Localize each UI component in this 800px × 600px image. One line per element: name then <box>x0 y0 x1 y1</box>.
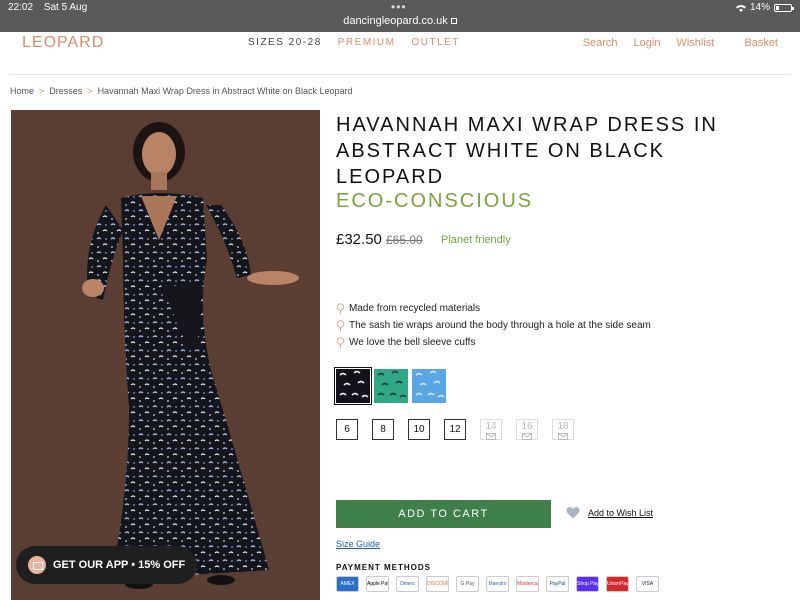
login-link[interactable]: Login <box>634 37 661 49</box>
site-header: LEOPARD SIZES 20-28 PREMIUM OUTLET Searc… <box>0 32 800 74</box>
apple-pay-icon: Apple Pay <box>366 576 389 592</box>
size-option-16-out-of-stock[interactable]: 16 <box>516 419 538 440</box>
feature-text: Made from recycled materials <box>349 303 481 314</box>
size-option-12[interactable]: 12 <box>444 419 466 440</box>
breadcrumb-dresses[interactable]: Dresses <box>49 86 82 96</box>
colour-swatches <box>334 367 446 405</box>
wifi-icon <box>735 4 746 12</box>
mail-icon <box>486 433 496 440</box>
swatch-black-leopard[interactable] <box>334 367 372 405</box>
battery-icon <box>774 3 794 12</box>
breadcrumb: Home > Dresses > Havannah Maxi Wrap Dress in… <box>10 86 353 96</box>
size-option-8[interactable]: 8 <box>372 419 394 440</box>
discover-icon: DISCOVER <box>426 576 449 592</box>
add-to-cart-button[interactable]: ADD TO CART <box>336 500 551 528</box>
status-left: 22:02 Sat 5 Aug <box>8 2 95 13</box>
feature-text: We love the bell sleeve cuffs <box>349 337 476 348</box>
original-price: £65.00 <box>386 233 423 247</box>
payment-methods-heading: PAYMENT METHODS <box>336 563 432 572</box>
chevron-right-icon: > <box>87 86 93 96</box>
model-figure <box>11 110 320 600</box>
payment-methods-list: AMEX Apple Pay Diners DISCOVER G Pay Mae… <box>336 576 659 592</box>
breadcrumb-home[interactable]: Home <box>10 86 34 96</box>
more-dots-icon[interactable]: ••• <box>391 0 407 14</box>
get-app-banner[interactable]: GET OUR APP • 15% OFF <box>16 546 197 584</box>
feature-item: We love the bell sleeve cuffs <box>336 334 651 351</box>
size-guide-link[interactable]: Size Guide <box>336 539 380 549</box>
nav-outlet-link[interactable]: OUTLET <box>412 37 460 48</box>
google-pay-icon: G Pay <box>456 576 479 592</box>
header-divider <box>10 74 790 75</box>
size-label: 14 <box>485 421 497 432</box>
product-image[interactable] <box>11 110 320 600</box>
planet-friendly-badge[interactable]: Planet friendly <box>441 234 511 246</box>
shop-pay-icon: Shop Pay <box>576 576 599 592</box>
nav-premium-link[interactable]: PREMIUM <box>338 37 396 48</box>
status-bar: 22:02 Sat 5 Aug ••• dancingleopard.co.uk… <box>0 0 800 32</box>
breadcrumb-current: Havannah Maxi Wrap Dress in Abstract Whi… <box>97 86 353 96</box>
amex-icon: AMEX <box>336 576 359 592</box>
main-nav: SIZES 20-28 PREMIUM OUTLET <box>248 37 460 48</box>
diners-icon: Diners <box>396 576 419 592</box>
current-price: £32.50 <box>336 231 382 248</box>
location-pin-icon <box>336 337 345 348</box>
location-pin-icon <box>336 320 345 331</box>
paypal-icon: PayPal <box>546 576 569 592</box>
feature-list: Made from recycled materials The sash ti… <box>336 300 651 351</box>
mastercard-icon: Mastercard <box>516 576 539 592</box>
size-label: 16 <box>521 421 533 432</box>
url-text[interactable]: dancingleopard.co.uk <box>343 15 448 27</box>
feature-item: The sash tie wraps around the body throu… <box>336 317 651 334</box>
app-icon <box>28 556 46 574</box>
size-option-18-out-of-stock[interactable]: 18 <box>552 419 574 440</box>
location-pin-icon <box>336 303 345 314</box>
maestro-icon: Maestro <box>486 576 509 592</box>
add-to-wishlist-button[interactable]: Add to Wish List <box>566 506 653 519</box>
eco-tag: ECO-CONSCIOUS <box>336 190 534 212</box>
size-option-14-out-of-stock[interactable]: 14 <box>480 419 502 440</box>
swatch-green-leopard[interactable] <box>374 369 408 403</box>
mail-icon <box>522 433 532 440</box>
battery-percent: 14% <box>749 2 770 13</box>
status-time: 22:02 <box>8 2 34 13</box>
status-date: Sat 5 Aug <box>43 2 88 13</box>
lock-icon <box>450 18 457 24</box>
product-title: HAVANNAH MAXI WRAP DRESS IN ABSTRACT WHI… <box>336 114 718 188</box>
heart-icon <box>566 507 580 519</box>
site-logo[interactable]: LEOPARD <box>22 34 104 52</box>
wishlist-label[interactable]: Add to Wish List <box>588 508 653 518</box>
size-label: 18 <box>557 421 569 432</box>
feature-text: The sash tie wraps around the body throu… <box>349 320 651 331</box>
size-option-10[interactable]: 10 <box>408 419 430 440</box>
url-bar[interactable]: dancingleopard.co.uk <box>0 15 800 27</box>
mail-icon <box>558 433 568 440</box>
chevron-right-icon: > <box>39 86 45 96</box>
visa-icon: VISA <box>636 576 659 592</box>
unionpay-icon: UnionPay <box>606 576 629 592</box>
status-right: 14% <box>735 2 794 13</box>
get-app-text[interactable]: GET OUR APP • 15% OFF <box>53 559 185 571</box>
size-option-6[interactable]: 6 <box>336 419 358 440</box>
basket-link[interactable]: Basket <box>744 37 778 49</box>
size-selector: 6 8 10 12 14 16 18 <box>336 419 588 440</box>
swatch-blue-leopard[interactable] <box>412 369 446 403</box>
search-link[interactable]: Search <box>583 37 618 49</box>
feature-item: Made from recycled materials <box>336 300 651 317</box>
user-nav: Search Login Wishlist Basket <box>583 37 778 49</box>
nav-sizes-link[interactable]: SIZES 20-28 <box>248 37 322 48</box>
wishlist-link[interactable]: Wishlist <box>676 37 714 49</box>
